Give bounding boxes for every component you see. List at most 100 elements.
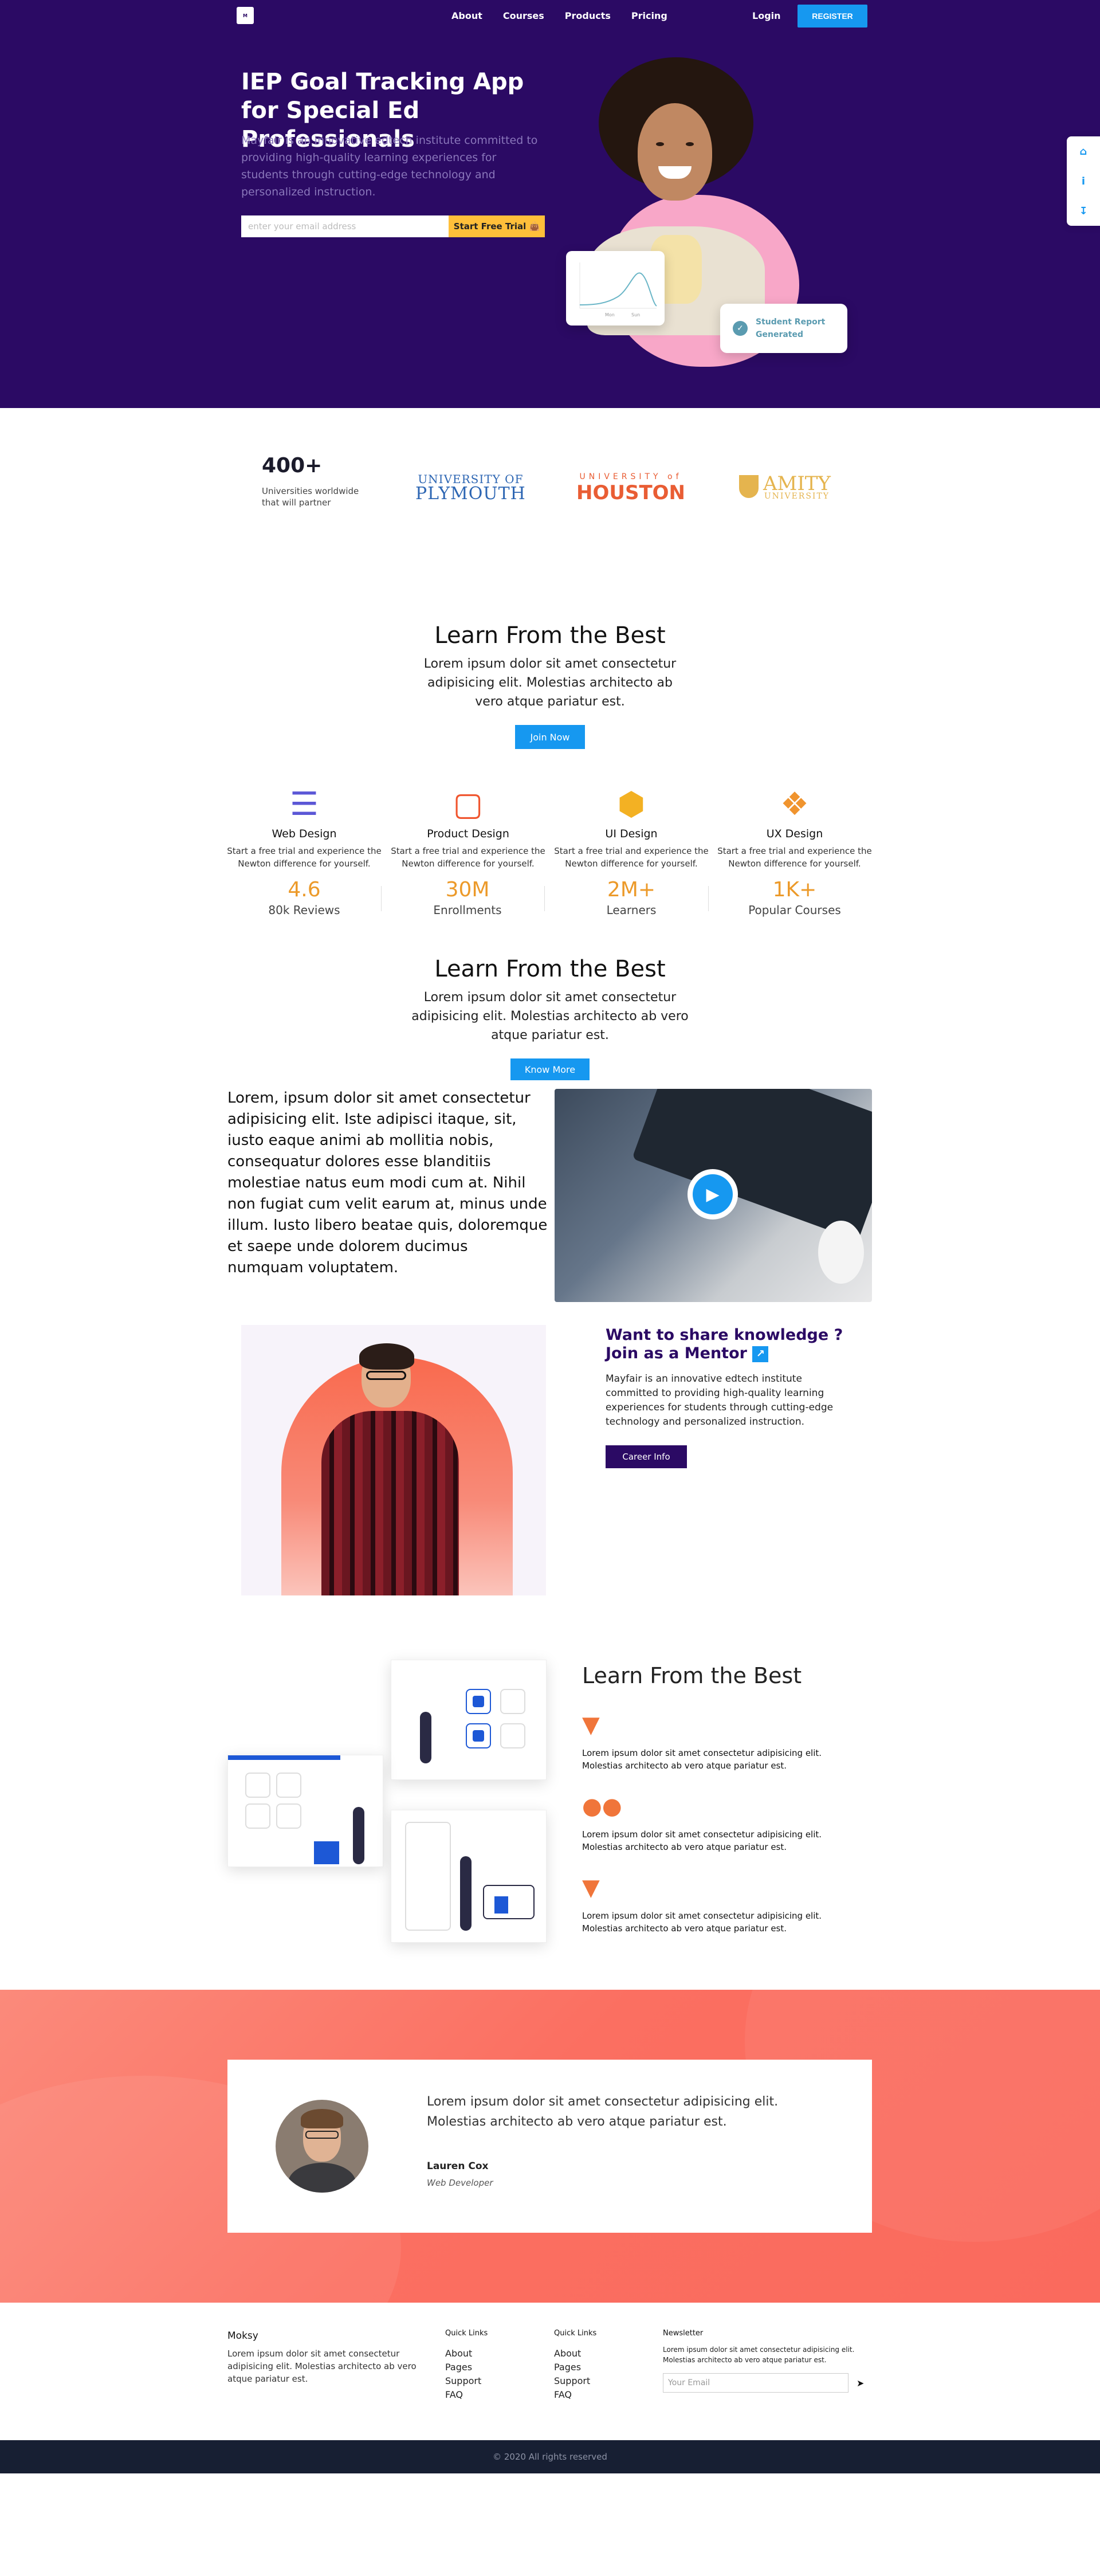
learn-text-2: Lorem ipsum dolor sit amet consectetur a… [411, 990, 689, 1042]
report-generated-card: ✓ Student Report Generated [720, 304, 847, 353]
footer-col-title: Quick Links [554, 2329, 597, 2338]
footer-link-support[interactable]: Support [445, 2374, 488, 2388]
register-button[interactable]: REGISTER [798, 5, 867, 28]
nav-link-about[interactable]: About [451, 10, 482, 21]
shop-card-illustration [391, 1660, 547, 1780]
feature-text: Start a free trial and experience the Ne… [554, 846, 709, 869]
list-item: ▼ Lorem ipsum dolor sit amet consectetur… [582, 1707, 851, 1772]
blue-box [314, 1841, 339, 1864]
list-item: ▼ Lorem ipsum dolor sit amet consectetur… [582, 1869, 851, 1935]
hero-illustration: Mon Sun ✓ Student Report Generated [564, 57, 851, 384]
footer-brand-text: Lorem ipsum dolor sit amet consectetur a… [227, 2348, 417, 2384]
hero-lead: Mayfair is an innovative edtech institut… [241, 134, 538, 198]
laptop-image [632, 1089, 872, 1241]
item-tile [245, 1773, 270, 1798]
funnel-icon: ▼ [582, 1712, 600, 1738]
signup-form: Start Free Trial 👜 [241, 215, 545, 237]
browse-card-illustration [227, 1755, 383, 1867]
mentor-person [316, 1343, 465, 1595]
play-button[interactable]: ▶ [688, 1169, 738, 1220]
footer-link-pages[interactable]: Pages [445, 2361, 488, 2374]
feature-title: UI Design [605, 828, 658, 840]
item-tile [276, 1773, 301, 1798]
feature-title: Product Design [427, 828, 509, 840]
portrait-eye [656, 142, 664, 146]
info-icon[interactable]: i [1082, 175, 1085, 187]
download-icon[interactable]: ↧ [1079, 205, 1087, 217]
shirt-tile [500, 1723, 525, 1748]
newsletter-email-input[interactable] [663, 2373, 848, 2393]
hero-email-input[interactable] [241, 215, 449, 237]
layers-icon: ☰ [289, 786, 319, 823]
testimonial-role: Web Developer [427, 2178, 493, 2188]
shopper-figure [420, 1712, 431, 1763]
start-trial-label: Start Free Trial [453, 221, 527, 232]
login-link[interactable]: Login [752, 10, 781, 21]
amity-logo-bottom: UNIVERSITY [764, 492, 830, 501]
report-card-label: Student Report Generated [756, 317, 826, 339]
people-icon: ●● [582, 1793, 622, 1820]
stat-label: Learners [606, 903, 657, 917]
footer-brand-name: Moksy [227, 2330, 258, 2342]
nav-link-pricing[interactable]: Pricing [631, 10, 667, 21]
video-description: Lorem, ipsum dolor sit amet consectetur … [227, 1089, 548, 1276]
feature-text: Start a free trial and experience the Ne… [391, 846, 545, 869]
footer-col-title: Quick Links [445, 2329, 488, 2338]
feature-card: ☰ Web Design Start a free trial and expe… [226, 786, 382, 870]
nav-links: About Courses Products Pricing [451, 10, 667, 21]
mentor-copy: Want to share knowledge ? Join as a Ment… [606, 1326, 858, 1468]
footer-link-faq[interactable]: FAQ [554, 2388, 596, 2402]
mini-chart-label: Mon [605, 312, 615, 317]
universities-text: Universities worldwide that will partner [262, 486, 359, 508]
stat-divider [381, 886, 382, 911]
stats-row: 4.6 80k Reviews 30M Enrollments 2M+ Lear… [0, 877, 1100, 930]
mini-chart-label: Sun [631, 312, 640, 317]
feature-title: UX Design [766, 828, 823, 840]
feature-card: ▢ Product Design Start a free trial and … [390, 786, 546, 870]
nav-link-products[interactable]: Products [565, 10, 611, 21]
learn-text-1: Lorem ipsum dolor sit amet consectetur a… [423, 657, 677, 709]
start-trial-button[interactable]: Start Free Trial 👜 [449, 215, 545, 237]
footer-link-about[interactable]: About [554, 2347, 596, 2361]
footer-link-faq[interactable]: FAQ [445, 2388, 488, 2402]
learn-section-2: Learn From the Best Lorem ipsum dolor si… [0, 930, 1100, 1080]
plymouth-logo: UNIVERSITY OF PLYMOUTH [415, 472, 526, 504]
testimonial-card: Lorem ipsum dolor sit amet consectetur a… [227, 2060, 872, 2233]
blue-shirt [473, 1696, 484, 1707]
features-illustration-section: Learn From the Best ▼ Lorem ipsum dolor … [0, 1657, 1100, 1990]
home-icon[interactable]: ⌂ [1080, 146, 1087, 158]
learn-section-1: Learn From the Best Lorem ipsum dolor si… [0, 568, 1100, 749]
person-shirt [321, 1411, 459, 1595]
stat-label: Enrollments [433, 903, 502, 917]
testimonial-section: Lorem ipsum dolor sit amet consectetur a… [0, 1990, 1100, 2303]
nav-link-courses[interactable]: Courses [503, 10, 544, 21]
stat-enrollments: 30M Enrollments [410, 877, 525, 917]
footer-link-support[interactable]: Support [554, 2374, 596, 2388]
mentor-image [241, 1325, 546, 1595]
external-link-icon[interactable]: ↗ [752, 1346, 769, 1362]
learn-title-1: Learn From the Best [434, 622, 666, 649]
bag-icon: 👜 [529, 221, 540, 232]
side-dock: ⌂ i ↧ [1067, 136, 1100, 226]
funnel-icon: ▼ [582, 1875, 600, 1901]
window-bar [228, 1755, 340, 1760]
learn-title-3: Learn From the Best [582, 1663, 802, 1688]
shopper-figure [460, 1856, 472, 1931]
career-info-button[interactable]: Career Info [606, 1445, 687, 1468]
stat-reviews: 4.6 80k Reviews [247, 877, 362, 917]
video-player[interactable]: ▶ [555, 1089, 872, 1302]
brand-logo[interactable]: M [237, 7, 254, 24]
stat-divider [544, 886, 545, 911]
list-item-text: Lorem ipsum dolor sit amet consectetur a… [582, 1911, 822, 1934]
newsletter-title: Newsletter [663, 2329, 704, 2338]
join-now-button[interactable]: Join Now [515, 725, 585, 749]
footer: Moksy Lorem ipsum dolor sit amet consect… [0, 2303, 1100, 2440]
footer-link-pages[interactable]: Pages [554, 2361, 596, 2374]
portrait-smile [658, 166, 692, 179]
footer-link-about[interactable]: About [445, 2347, 488, 2361]
send-icon[interactable]: ➤ [857, 2378, 864, 2389]
stat-value: 1K+ [772, 878, 817, 901]
monitor-icon: ▢ [453, 786, 484, 823]
mentor-title: Want to share knowledge ? Join as a Ment… [606, 1326, 858, 1363]
avatar-hair [301, 2109, 343, 2128]
